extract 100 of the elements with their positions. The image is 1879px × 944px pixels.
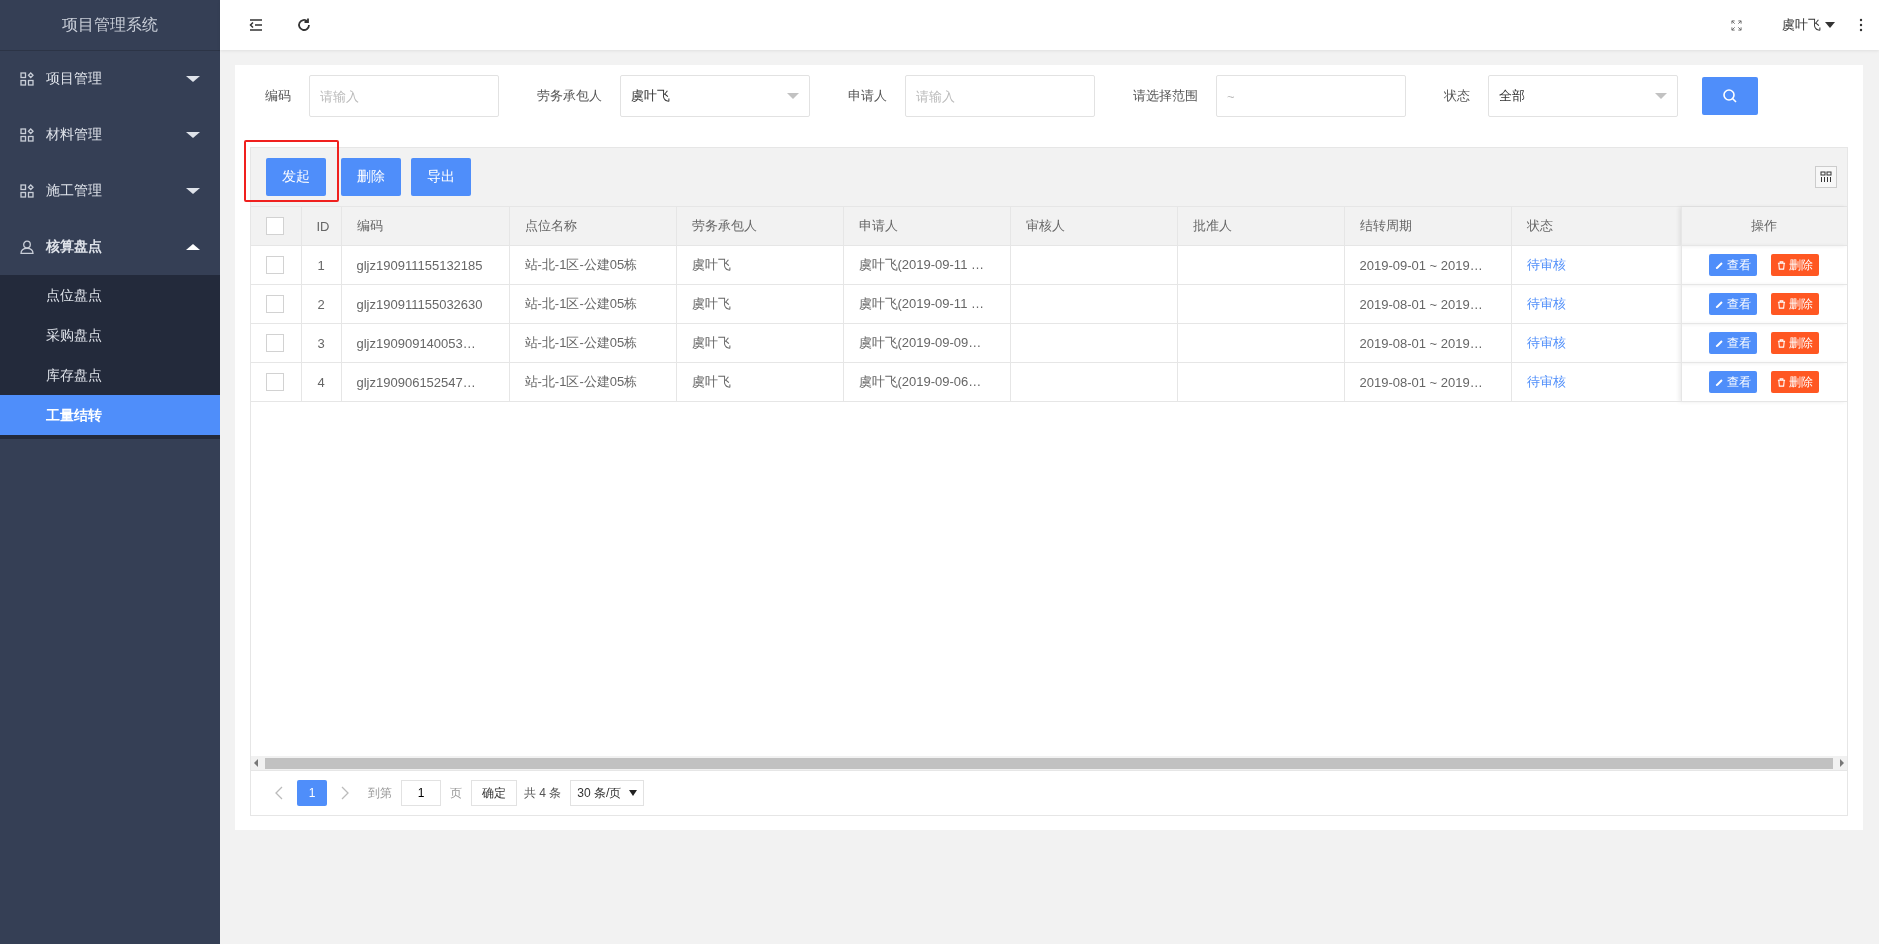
column-header: 结转周期 xyxy=(1359,218,1412,233)
row-checkbox[interactable] xyxy=(266,373,284,391)
caret-icon xyxy=(186,132,200,138)
toolbar-button[interactable]: 导出 xyxy=(411,158,471,196)
total-count: 共 4 条 xyxy=(524,784,562,802)
menu-icon[interactable] xyxy=(248,17,264,33)
column-header: 状态 xyxy=(1526,218,1553,233)
pencil-icon xyxy=(1715,299,1725,309)
pencil-icon xyxy=(1715,377,1725,387)
refresh-icon[interactable] xyxy=(296,17,312,33)
select-field[interactable]: 虞叶飞 xyxy=(620,75,810,117)
table-cell: 2019-09-01 ~ 2019… xyxy=(1359,257,1483,273)
horizontal-scrollbar[interactable] xyxy=(251,756,1847,770)
pencil-icon xyxy=(1715,338,1725,348)
next-page-icon[interactable] xyxy=(341,786,349,800)
user-menu[interactable]: 虞叶飞 xyxy=(1782,16,1835,34)
toolbar-button[interactable]: 发起 xyxy=(266,158,326,196)
sidebar-subitem[interactable]: 工量结转 xyxy=(0,395,220,435)
trash-icon xyxy=(1777,260,1787,270)
table-cell: 2019-08-01 ~ 2019… xyxy=(1359,296,1483,312)
delete-button[interactable]: 删除 xyxy=(1771,371,1820,393)
table-cell: 2019-08-01 ~ 2019… xyxy=(1359,374,1483,390)
grid-icon xyxy=(20,128,34,142)
page-unit: 页 xyxy=(450,784,462,802)
column-header: 批准人 xyxy=(1192,218,1232,233)
sidebar-item[interactable]: 核算盘点 xyxy=(0,219,220,275)
column-header: 审核人 xyxy=(1025,218,1065,233)
table-cell: gljz190911155032630 xyxy=(356,296,483,312)
sidebar-subitem[interactable]: 点位盘点 xyxy=(0,275,220,315)
status-link[interactable]: 待审核 xyxy=(1526,374,1566,389)
trash-icon xyxy=(1777,338,1787,348)
table-cell: 1 xyxy=(317,257,325,273)
table-cell: 站-北-1区-公建05栋 xyxy=(524,374,638,389)
caret-icon xyxy=(186,244,200,250)
search-icon xyxy=(1722,88,1738,104)
table-cell: 虞叶飞(2019-09-06… xyxy=(858,374,982,389)
page-size-select[interactable]: 30 条/页 xyxy=(570,780,645,806)
table-cell: 3 xyxy=(317,335,325,351)
row-checkbox[interactable] xyxy=(266,295,284,313)
text-field[interactable]: ~ xyxy=(1216,75,1406,117)
table-cell: 虞叶飞(2019-09-09… xyxy=(858,335,982,350)
filter-label: 劳务承包人 xyxy=(537,87,602,105)
text-field[interactable]: 请输入 xyxy=(905,75,1095,117)
sidebar-subitem[interactable]: 库存盘点 xyxy=(0,355,220,395)
status-link[interactable]: 待审核 xyxy=(1526,335,1566,350)
sidebar-item[interactable]: 材料管理 xyxy=(0,107,220,163)
prev-page-icon[interactable] xyxy=(275,786,283,800)
columns-icon[interactable] xyxy=(1815,166,1837,188)
search-button[interactable] xyxy=(1702,77,1758,115)
confirm-button[interactable]: 确定 xyxy=(471,780,517,806)
view-button[interactable]: 查看 xyxy=(1709,293,1758,315)
table-cell: gljz190906152547… xyxy=(356,374,476,390)
trash-icon xyxy=(1777,299,1787,309)
user-icon xyxy=(20,240,34,254)
table-cell: 站-北-1区-公建05栋 xyxy=(524,257,638,272)
filter-label: 编码 xyxy=(265,87,291,105)
sidebar-subitem[interactable]: 采购盘点 xyxy=(0,315,220,355)
table-cell: gljz190909140053… xyxy=(356,335,476,351)
sidebar-item[interactable]: 施工管理 xyxy=(0,163,220,219)
grid-icon xyxy=(20,184,34,198)
delete-button[interactable]: 删除 xyxy=(1771,332,1820,354)
column-header: 申请人 xyxy=(858,218,898,233)
page-number[interactable]: 1 xyxy=(297,780,327,806)
column-header: 点位名称 xyxy=(524,218,577,233)
toolbar-button[interactable]: 删除 xyxy=(341,158,401,196)
table-cell: 4 xyxy=(317,374,325,390)
row-checkbox[interactable] xyxy=(266,256,284,274)
trash-icon xyxy=(1777,377,1787,387)
status-link[interactable]: 待审核 xyxy=(1526,257,1566,272)
status-link[interactable]: 待审核 xyxy=(1526,296,1566,311)
table-cell: 虞叶飞(2019-09-11 … xyxy=(858,257,984,272)
table-cell: 虞叶飞 xyxy=(691,374,731,389)
table-cell: 2 xyxy=(317,296,325,312)
table-cell: gljz190911155132185 xyxy=(356,257,483,273)
column-header: 操作 xyxy=(1751,218,1778,233)
page-input[interactable]: 1 xyxy=(401,780,441,806)
column-header: 编码 xyxy=(356,218,383,233)
select-all-checkbox[interactable] xyxy=(266,217,284,235)
select-field[interactable]: 全部 xyxy=(1488,75,1678,117)
table-cell: 虞叶飞 xyxy=(691,257,731,272)
table-cell: 虞叶飞 xyxy=(691,296,731,311)
view-button[interactable]: 查看 xyxy=(1709,254,1758,276)
table-cell: 2019-08-01 ~ 2019… xyxy=(1359,335,1483,351)
view-button[interactable]: 查看 xyxy=(1709,371,1758,393)
caret-icon xyxy=(186,188,200,194)
fullscreen-icon[interactable] xyxy=(1731,19,1742,31)
table-cell: 站-北-1区-公建05栋 xyxy=(524,335,638,350)
grid-icon xyxy=(20,72,34,86)
more-icon[interactable] xyxy=(1859,18,1863,32)
row-checkbox[interactable] xyxy=(266,334,284,352)
sidebar-item[interactable]: 项目管理 xyxy=(0,51,220,107)
view-button[interactable]: 查看 xyxy=(1709,332,1758,354)
column-header: 劳务承包人 xyxy=(691,218,757,233)
goto-label: 到第 xyxy=(368,784,392,802)
filter-label: 申请人 xyxy=(848,87,887,105)
delete-button[interactable]: 删除 xyxy=(1771,254,1820,276)
text-field[interactable]: 请输入 xyxy=(309,75,499,117)
caret-icon xyxy=(186,76,200,82)
delete-button[interactable]: 删除 xyxy=(1771,293,1820,315)
column-header: ID xyxy=(316,218,330,234)
